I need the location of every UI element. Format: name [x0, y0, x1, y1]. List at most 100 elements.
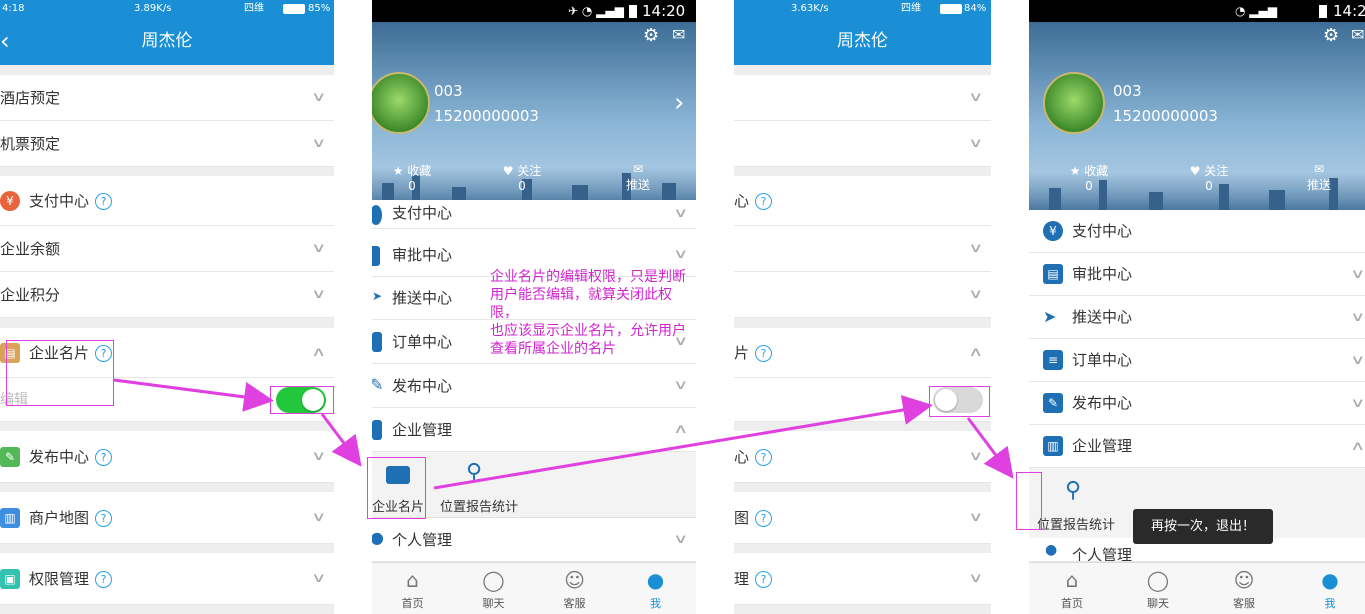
row-corp-card[interactable]: 片? ∧	[734, 328, 991, 378]
row-merchant-map[interactable]: 图? ∨	[734, 492, 991, 544]
tile-label: 位置报告统计	[440, 500, 519, 515]
row-publish-center[interactable]: ✎ 发布中心 ∨	[1029, 382, 1365, 425]
divider	[0, 544, 334, 553]
row-corp-balance[interactable]: 企业余额 ∨	[0, 226, 334, 272]
row-payment-center[interactable]: ¥ 支付中心?	[0, 176, 334, 226]
row-label: 订单中心	[1072, 351, 1133, 369]
row-label: 个人管理	[1072, 546, 1133, 562]
settings-icon[interactable]: ⚙	[643, 25, 659, 46]
chevron-down-icon: ∨	[1350, 267, 1365, 282]
row-payment-center[interactable]: 支付中心 ∨	[372, 200, 696, 229]
row-payment-center[interactable]: ¥ 支付中心	[1029, 210, 1365, 253]
row-flight-booking[interactable]: 机票预定 ∨	[0, 121, 334, 167]
divider	[734, 605, 991, 614]
money-bag-icon: ¥	[1043, 221, 1063, 241]
screen-3-permission-off: 3.63K/s 四维 84% 周杰伦 ∨ ∨ 心? ∨ ∨ 片? ∧ 心? ∨ …	[734, 0, 991, 614]
approval-icon	[372, 246, 380, 266]
row-hotel-booking[interactable]: 酒店预定 ∨	[0, 75, 334, 121]
favorites-count: 0	[408, 179, 416, 193]
row-corp-management[interactable]: ▥ 企业管理 ∧	[1029, 425, 1365, 468]
tab-home[interactable]: ⌂ 首页	[372, 563, 453, 611]
row-personal-management[interactable]: ● 个人管理 ∨	[372, 518, 696, 562]
status-bar: ✈ ◔ ▂▄▆ 14:20	[372, 0, 696, 22]
tab-me[interactable]: ● 我	[615, 563, 696, 611]
message-icon[interactable]: ✉	[1351, 25, 1364, 44]
home-icon: ⌂	[406, 568, 419, 592]
star-icon: ★	[392, 164, 404, 178]
chevron-up-icon: ∧	[1350, 439, 1365, 454]
follow-stat[interactable]: ♥ 关注 0	[492, 162, 552, 193]
nav-bar: ‹ 周杰伦	[0, 18, 334, 65]
row-corp-points[interactable]: ∨	[734, 272, 991, 318]
status-bar: 3.63K/s 四维 84%	[734, 0, 991, 18]
favorites-stat[interactable]: ★ 收藏 0	[382, 162, 442, 193]
tile-location-report[interactable]: ⚲ 位置报告统计	[1035, 468, 1129, 538]
row-label: 商户地图?	[29, 492, 113, 544]
help-icon[interactable]: ?	[755, 510, 773, 527]
row-merchant-map[interactable]: ▥ 商户地图? ∨	[0, 492, 334, 544]
money-bag-icon	[372, 205, 382, 225]
row-approval-center[interactable]: ▤ 审批中心 ∨	[1029, 253, 1365, 296]
battery-icon	[1319, 5, 1327, 18]
divider	[0, 318, 334, 328]
row-label: 订单中心	[392, 333, 453, 351]
help-icon[interactable]: ?	[755, 345, 773, 362]
follow-stat[interactable]: ♥ 关注 0	[1179, 162, 1239, 193]
avatar[interactable]	[372, 72, 430, 134]
row-label: 理?	[734, 553, 773, 605]
row-flight-booking[interactable]: ∨	[734, 121, 991, 167]
tab-chat[interactable]: ◯ 聊天	[1115, 563, 1201, 611]
row-label: 图?	[734, 492, 773, 544]
row-permission-mgmt[interactable]: 理? ∨	[734, 553, 991, 605]
row-label: 支付中心	[392, 204, 453, 222]
row-corp-management[interactable]: 企业管理 ∧	[372, 408, 696, 452]
row-hotel-booking[interactable]: ∨	[734, 75, 991, 121]
row-publish-center[interactable]: ✎ 发布中心? ∨	[0, 431, 334, 483]
row-publish-center[interactable]: ✎ 发布中心 ∨	[372, 364, 696, 408]
list-icon	[372, 332, 382, 352]
tab-chat[interactable]: ◯ 聊天	[453, 563, 534, 611]
help-icon[interactable]: ?	[755, 449, 773, 466]
favorites-count: 0	[1085, 179, 1093, 193]
tab-me[interactable]: ● 我	[1287, 563, 1365, 611]
help-icon[interactable]: ?	[95, 449, 113, 466]
push-stat[interactable]: ✉ 推送	[1297, 162, 1341, 193]
help-icon[interactable]: ?	[95, 510, 113, 527]
push-stat[interactable]: ✉ 推送	[616, 162, 660, 193]
help-icon[interactable]: ?	[95, 571, 113, 588]
chevron-down-icon: ∨	[311, 449, 327, 464]
row-order-center[interactable]: ≡ 订单中心 ∨	[1029, 339, 1365, 382]
tab-home[interactable]: ⌂ 首页	[1029, 563, 1115, 611]
chevron-down-icon: ∨	[968, 287, 984, 302]
tab-service[interactable]: ☺ 客服	[1201, 563, 1287, 611]
favorites-stat[interactable]: ★ 收藏 0	[1059, 162, 1119, 193]
help-icon[interactable]: ?	[755, 193, 773, 210]
lock-icon: ▣	[0, 569, 20, 589]
heart-icon: ♥	[1189, 164, 1201, 178]
chevron-right-icon[interactable]: ›	[674, 88, 684, 118]
help-icon[interactable]: ?	[95, 193, 113, 210]
settings-icon[interactable]: ⚙	[1323, 25, 1339, 46]
status-time: 14:20	[642, 2, 686, 20]
row-publish-center[interactable]: 心? ∨	[734, 431, 991, 483]
avatar[interactable]	[1043, 72, 1105, 134]
row-push-center[interactable]: ➤ 推送中心 ∨	[1029, 296, 1365, 339]
person-icon: ●	[372, 528, 384, 547]
row-label: 企业余额	[0, 240, 61, 258]
list-icon: ≡	[1043, 350, 1063, 370]
tab-service[interactable]: ☺ 客服	[534, 563, 615, 611]
message-icon[interactable]: ✉	[672, 25, 685, 44]
row-payment-center[interactable]: 心?	[734, 176, 991, 226]
row-corp-points[interactable]: 企业积分 ∨	[0, 272, 334, 318]
status-time: 4:18	[2, 3, 25, 14]
profile-name: 003	[434, 82, 463, 100]
signal-icon: ✈ ◔ ▂▄▆	[568, 4, 624, 18]
chevron-down-icon: ∨	[311, 571, 327, 586]
help-icon[interactable]: ?	[755, 571, 773, 588]
row-permission-mgmt[interactable]: ▣ 权限管理? ∨	[0, 553, 334, 605]
row-corp-balance[interactable]: ∨	[734, 226, 991, 272]
exit-toast: 再按一次，退出！	[1133, 509, 1273, 544]
divider	[0, 605, 334, 614]
tile-location-report[interactable]: ⚲ 位置报告统计	[436, 452, 530, 518]
annotation-note: 企业名片的编辑权限，只是判断 用户能否编辑，就算关闭此权限， 也应该显示企业名片…	[490, 269, 686, 357]
